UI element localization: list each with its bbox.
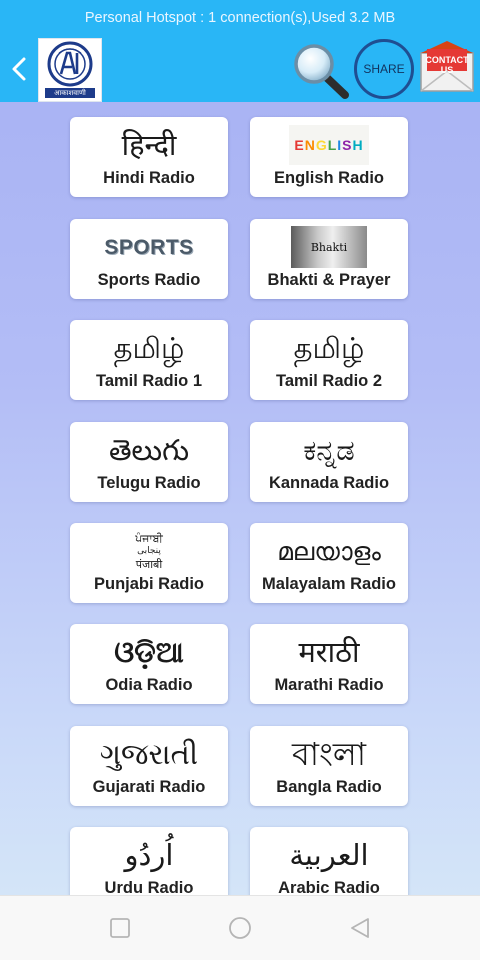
punjabi-script-logo: ਪੰਜਾਬੀ پنجابی पंजाबी: [135, 532, 163, 571]
radio-label: Odia Radio: [105, 676, 193, 694]
radio-label: Hindi Radio: [103, 169, 195, 187]
logo-caption: आकाशवाणी: [45, 88, 95, 98]
radio-card-kannada[interactable]: ಕನ್ನಡ Kannada Radio: [250, 422, 408, 502]
radio-card-punjabi[interactable]: ਪੰਜਾਬੀ پنجابی पंजाबी Punjabi Radio: [70, 523, 228, 603]
share-label: SHARE: [363, 62, 405, 76]
radio-label: Bangla Radio: [276, 778, 382, 796]
english-logo-letter: L: [327, 137, 338, 153]
radio-card-telugu[interactable]: తెలుగు Telugu Radio: [70, 422, 228, 502]
english-logo-letter: H: [352, 137, 364, 153]
radio-label: Punjabi Radio: [93, 575, 204, 593]
radio-label: English Radio: [273, 169, 384, 187]
urdu-script-logo: اُردُو: [124, 837, 174, 872]
radio-label: Urdu Radio: [104, 879, 194, 896]
punjabi-shahmukhi: پنجابی: [137, 545, 161, 556]
radio-card-english[interactable]: ENGLISH English Radio: [250, 117, 408, 197]
radio-card-bhakti[interactable]: Bhakti Bhakti & Prayer: [250, 219, 408, 299]
english-logo-wrap: ENGLISH: [250, 123, 408, 167]
chevron-left-icon: [12, 57, 26, 81]
arabic-script-logo: العربية: [289, 837, 369, 872]
radio-card-arabic[interactable]: العربية Arabic Radio: [250, 827, 408, 896]
square-icon: [110, 918, 130, 938]
malayalam-script-logo: മലയാളം: [277, 536, 381, 566]
radio-label: Tamil Radio 1: [95, 372, 203, 390]
radio-card-gujarati[interactable]: ગુજરાતી Gujarati Radio: [70, 726, 228, 806]
odia-script-logo: ଓଡ଼ିଆ: [114, 634, 184, 669]
system-nav-bar: [0, 895, 480, 960]
radio-card-marathi[interactable]: मराठी Marathi Radio: [250, 624, 408, 704]
english-logo-letter: N: [304, 137, 316, 153]
search-button[interactable]: [289, 40, 351, 100]
radio-label: Arabic Radio: [278, 879, 380, 896]
home-button[interactable]: [228, 916, 252, 940]
radio-card-tamil-1[interactable]: தமிழ் Tamil Radio 1: [70, 320, 228, 400]
radio-label: Sports Radio: [97, 271, 201, 289]
sports-logo: SPORTS: [104, 235, 194, 259]
radio-card-sports[interactable]: SPORTS Sports Radio: [70, 219, 228, 299]
nav-back-button[interactable]: [348, 916, 372, 940]
gujarati-script-logo: ગુજરાતી: [99, 736, 199, 771]
air-logo: आकाशवाणी: [38, 38, 102, 102]
share-button[interactable]: SHARE: [354, 39, 414, 99]
status-bar-text: Personal Hotspot : 1 connection(s),Used …: [84, 10, 396, 26]
marathi-script-logo: मराठी: [298, 634, 360, 669]
punjabi-devanagari: पंजाबी: [135, 557, 163, 571]
radio-label: Gujarati Radio: [92, 778, 206, 796]
kannada-script-logo: ಕನ್ನಡ: [303, 432, 355, 467]
radio-label: Tamil Radio 2: [275, 372, 383, 390]
app-bar: आकाशवाणी SHARE CONTACT US: [0, 36, 480, 102]
english-logo-letter: G: [315, 137, 328, 153]
radio-card-hindi[interactable]: हिन्दी Hindi Radio: [70, 117, 228, 197]
contact-us-button[interactable]: CONTACT US: [418, 41, 476, 95]
telugu-script-logo: తెలుగు: [108, 432, 190, 467]
radio-label: Malayalam Radio: [262, 575, 396, 593]
radio-card-bangla[interactable]: বাংলা Bangla Radio: [250, 726, 408, 806]
triangle-back-icon: [351, 918, 369, 938]
radio-card-urdu[interactable]: اُردُو Urdu Radio: [70, 827, 228, 896]
sports-logo-wrap: SPORTS: [70, 225, 228, 269]
radio-card-tamil-2[interactable]: தமிழ் Tamil Radio 2: [250, 320, 408, 400]
back-button[interactable]: [6, 50, 32, 88]
punjabi-logo-wrap: ਪੰਜਾਬੀ پنجابی पंजाबी: [70, 529, 228, 573]
circle-icon: [229, 917, 251, 939]
tamil-script-logo: தமிழ்: [293, 330, 365, 365]
english-logo-letter: E: [294, 137, 305, 153]
contact-label: CONTACT US: [425, 55, 469, 75]
punjabi-gurmukhi: ਪੰਜਾਬੀ: [135, 531, 163, 545]
search-icon: [294, 44, 349, 99]
hindi-script-logo: हिन्दी: [121, 127, 177, 162]
radio-label: Kannada Radio: [268, 474, 390, 492]
radio-label: Marathi Radio: [274, 676, 384, 694]
air-emblem-icon: [47, 41, 93, 87]
status-bar: Personal Hotspot : 1 connection(s),Used …: [0, 0, 480, 36]
radio-grid: हिन्दी Hindi Radio ENGLISH English Radio…: [0, 102, 480, 896]
bangla-script-logo: বাংলা: [292, 735, 366, 773]
radio-card-odia[interactable]: ଓଡ଼ିଆ Odia Radio: [70, 624, 228, 704]
english-logo-letter: S: [342, 137, 353, 153]
recent-apps-button[interactable]: [108, 916, 132, 940]
radio-label: Bhakti & Prayer: [267, 271, 391, 289]
english-logo: ENGLISH: [289, 125, 369, 165]
radio-card-malayalam[interactable]: മലയാളം Malayalam Radio: [250, 523, 408, 603]
radio-label: Telugu Radio: [97, 474, 201, 492]
bhakti-logo-wrap: Bhakti: [250, 225, 408, 269]
bhakti-image: Bhakti: [291, 226, 367, 268]
tamil-script-logo: தமிழ்: [113, 330, 185, 365]
